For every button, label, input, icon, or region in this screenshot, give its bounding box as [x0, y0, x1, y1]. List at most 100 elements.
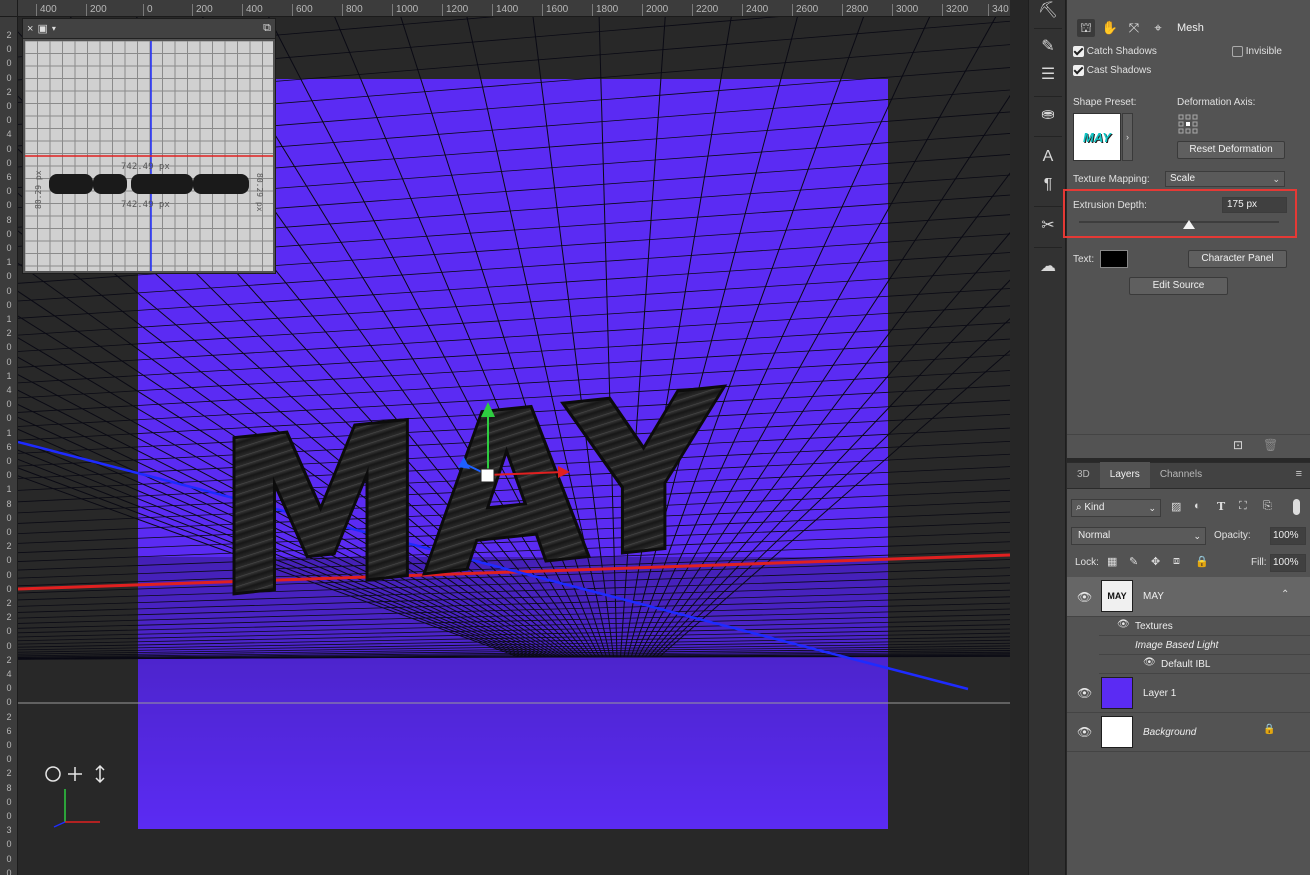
extrusion-depth-slider-track[interactable]: [1079, 221, 1279, 223]
layers-panel: 3D Layers Channels ≡ ⌕ Kind ⌄ ▨ ◐ T ⛶ ⎘ …: [1067, 462, 1310, 875]
type-filter-icon[interactable]: T: [1217, 500, 1225, 513]
paragraph-icon[interactable]: ¶: [1037, 174, 1059, 196]
shape-filter-icon[interactable]: ⛶: [1239, 500, 1247, 513]
ruler-digit: 0: [6, 740, 12, 750]
coordinates-icon[interactable]: ⌖: [1149, 19, 1167, 37]
character-icon[interactable]: A: [1037, 146, 1059, 168]
deformation-axis-widget[interactable]: [1178, 114, 1200, 136]
ruler-digit: 8: [6, 782, 12, 793]
mesh-icon[interactable]: ✋: [1101, 19, 1119, 37]
text-color-swatch[interactable]: [1100, 250, 1128, 268]
extrusion-depth-input[interactable]: 175 px: [1222, 197, 1287, 213]
measure-bottom: 742.49 px: [121, 200, 170, 210]
libraries-icon[interactable]: ☁: [1037, 256, 1059, 278]
lock-icon[interactable]: 🔒: [1263, 724, 1275, 735]
secondary-view-canvas[interactable]: 742.49 px 742.49 px 80.29 px 80.29 px: [25, 41, 273, 271]
layer-filter-select[interactable]: ⌕ Kind ⌄: [1071, 499, 1161, 517]
shape-preset-dropdown[interactable]: ›: [1122, 113, 1133, 161]
ruler-digit: 0: [6, 626, 12, 637]
character-panel-button[interactable]: Character Panel: [1188, 250, 1287, 268]
blend-mode-select[interactable]: Normal ⌄: [1071, 527, 1206, 545]
ruler-digit: 0: [6, 867, 12, 875]
visibility-eye-icon[interactable]: 👁: [1143, 657, 1156, 668]
panel-menu-icon[interactable]: ≡: [1296, 468, 1302, 480]
ruler-digit: 0: [6, 186, 12, 197]
catch-shadows-checkbox[interactable]: Catch Shadows: [1073, 46, 1157, 57]
layer-row-layer-1[interactable]: 👁 Layer 1: [1067, 674, 1310, 713]
adjustment-filter-icon[interactable]: ◐: [1194, 500, 1201, 512]
trash-icon[interactable]: 🗑: [1263, 438, 1278, 452]
chevron-down-icon[interactable]: ▾: [52, 24, 56, 33]
shape-preset-thumbnail[interactable]: MAY: [1073, 113, 1121, 161]
vertical-ruler[interactable]: 2 0 0 0 2 0 0 4 0 0 6 0 0 8 0 0 1 0 0 0 1 2 0 0 1 4 0 0 1 6 0 0 1 8 0 0 2 0 0 0…: [0, 17, 18, 875]
invisible-checkbox[interactable]: Invisible: [1232, 46, 1282, 57]
lock-pixels-icon[interactable]: ✎: [1129, 555, 1138, 568]
fill-input[interactable]: 100%: [1270, 554, 1306, 572]
edit-source-button[interactable]: Edit Source: [1129, 277, 1228, 295]
texture-mapping-value: Scale: [1170, 173, 1196, 184]
secondary-view-window[interactable]: × ▣ ▾ ⧉ 742.49 px 742.49 px 80.29 px 80.…: [22, 18, 276, 274]
cast-shadows-checkbox[interactable]: Cast Shadows: [1073, 65, 1151, 76]
ruler-digit: 1: [6, 314, 12, 324]
scene-icon[interactable]: ⛫: [1077, 19, 1095, 37]
ruler-digit: 2: [6, 86, 12, 97]
filter-toggle[interactable]: [1293, 499, 1300, 515]
brush-settings-icon[interactable]: ✎: [1037, 36, 1059, 58]
visibility-eye-icon[interactable]: 👁: [1077, 686, 1092, 700]
visibility-eye-icon[interactable]: 👁: [1077, 725, 1092, 739]
lock-all-icon[interactable]: 🔒: [1195, 555, 1209, 568]
secondary-view-titlebar[interactable]: × ▣ ▾ ⧉: [23, 19, 275, 39]
layer-row-textures[interactable]: 👁 Textures: [1099, 617, 1310, 636]
tab-channels[interactable]: Channels: [1150, 462, 1212, 488]
adjustments-icon[interactable]: ☰: [1037, 64, 1059, 86]
layer-name: MAY: [1143, 591, 1164, 602]
ruler-digit: 0: [6, 583, 12, 594]
lock-artboard-icon[interactable]: ⧈: [1173, 555, 1180, 568]
horizontal-ruler[interactable]: 400 200 0 200 400 600 800 1000 1200 1400…: [18, 0, 1010, 17]
tab-layers[interactable]: Layers: [1099, 462, 1150, 488]
ruler-label: 400: [242, 4, 263, 16]
ruler-digit: 0: [6, 683, 12, 694]
ruler-digit: 0: [6, 44, 12, 55]
sublayer-name: Default IBL: [1161, 659, 1211, 670]
layer-thumbnail: MAY: [1101, 580, 1133, 612]
smart-object-filter-icon[interactable]: ⎘: [1263, 500, 1272, 513]
camera-controls[interactable]: [45, 764, 105, 784]
tool-presets-icon[interactable]: ✂: [1037, 215, 1059, 237]
render-icon[interactable]: ⊡: [1233, 438, 1243, 452]
ruler-digit: 0: [6, 356, 12, 367]
brush-preset-icon[interactable]: ⛏: [1037, 0, 1059, 22]
lock-position-icon[interactable]: ✥: [1151, 555, 1160, 568]
reset-deformation-button[interactable]: Reset Deformation: [1177, 141, 1285, 159]
document-canvas-area[interactable]: 400 200 0 200 400 600 800 1000 1200 1400…: [0, 0, 1010, 875]
view-select-icon[interactable]: ▣: [37, 22, 47, 35]
swap-view-icon[interactable]: ⧉: [263, 22, 271, 35]
layer-row-background[interactable]: 👁 Background 🔒: [1067, 713, 1310, 752]
tab-3d[interactable]: 3D: [1067, 462, 1100, 488]
ruler-digit: 0: [6, 271, 12, 282]
deformation-icon[interactable]: ⤧: [1125, 19, 1143, 37]
layer-row-image-based-light[interactable]: Image Based Light: [1099, 636, 1310, 655]
extrusion-depth-slider-thumb[interactable]: [1183, 220, 1195, 229]
layer-row-may[interactable]: 👁 MAY MAY ⌃: [1067, 577, 1310, 617]
pixel-filter-icon[interactable]: ▨: [1171, 500, 1181, 513]
opacity-input[interactable]: 100%: [1270, 527, 1306, 545]
lock-transparent-icon[interactable]: ▦: [1107, 555, 1117, 568]
chevron-down-icon: ⌄: [1148, 503, 1156, 513]
texture-mapping-select[interactable]: Scale ⌄: [1165, 171, 1285, 187]
dolly-icon: [95, 764, 105, 784]
close-icon[interactable]: ×: [27, 23, 33, 35]
ruler-digit: 0: [6, 200, 12, 211]
layer-row-default-ibl[interactable]: 👁 Default IBL: [1099, 655, 1310, 674]
chevron-up-icon[interactable]: ⌃: [1281, 589, 1289, 600]
visibility-eye-icon[interactable]: 👁: [1117, 619, 1130, 630]
ruler-digit: 3: [6, 825, 12, 836]
top-view-letters: [49, 174, 249, 194]
layer-name: Background: [1143, 727, 1197, 738]
ruler-digit: 0: [6, 527, 12, 537]
ruler-label: 3000: [892, 4, 918, 16]
layer-thumb-text: MAY: [1107, 591, 1127, 601]
ruler-label: 0: [143, 4, 153, 16]
clone-source-icon[interactable]: ⛂: [1037, 104, 1059, 126]
visibility-eye-icon[interactable]: 👁: [1077, 590, 1092, 604]
